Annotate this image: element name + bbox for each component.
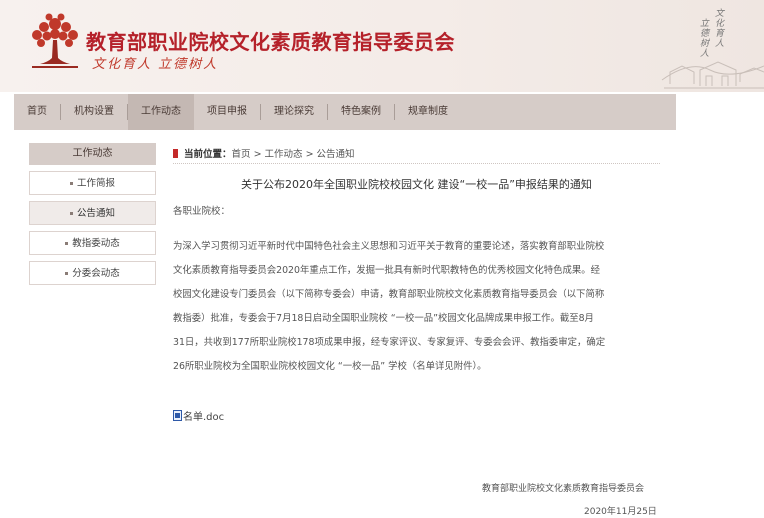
signature-organization: 教育部职业院校文化素质教育指导委员会 [482, 484, 645, 494]
bullet-icon [69, 182, 73, 185]
bullet-icon [65, 242, 69, 245]
nav-item-theory[interactable]: 理论探究 [261, 94, 327, 130]
tree-logo-icon[interactable] [24, 10, 86, 72]
sidebar-item-work-brief[interactable]: 工作简报 [29, 171, 156, 195]
nav-item-organization[interactable]: 机构设置 [61, 94, 127, 130]
nav-item-project-application[interactable]: 项目申报 [194, 94, 260, 130]
article-paragraph-line: 26所职业院校为全国职业院校校园文化 “一校一品” 学校（名单详见附件）。 [173, 361, 487, 372]
article-paragraph-line: 为深入学习贯彻习近平新时代中国特色社会主义思想和习近平关于教育的重要论述，落实教… [173, 241, 605, 252]
site-header: 教育部职业院校文化素质教育指导委员会 文化育人 立德树人 文化育人 立德树人 [0, 0, 764, 92]
nav-item-regulations[interactable]: 规章制度 [395, 94, 461, 130]
article-salutation: 各职业院校： [173, 206, 231, 217]
nav-item-cases[interactable]: 特色案例 [328, 94, 394, 130]
main-nav: 首页 机构设置 工作动态 项目申报 理论探究 特色案例 规章制度 [14, 94, 676, 130]
article-paragraph-line: 教指委）批准，专委会于7月18日启动全国职业院校 “一校一品”校园文化品牌成果申… [173, 313, 594, 324]
signature-date: 2020年11月25日 [584, 507, 657, 517]
article-body: 为深入学习贯彻习近平新时代中国特色社会主义思想和习近平关于教育的重要论述，落实教… [173, 235, 660, 379]
calligraphy-text: 文化育人 [713, 8, 723, 48]
sidebar-item-committee-news[interactable]: 教指委动态 [29, 231, 156, 255]
site-slogan: 文化育人 立德树人 [92, 57, 219, 72]
sidebar-item-announcements[interactable]: 公告通知 [29, 201, 156, 225]
breadcrumb-home-link[interactable]: 首页 [232, 149, 251, 160]
sidebar-item-label: 分委会动态 [72, 268, 120, 279]
breadcrumb-announcements-link[interactable]: > 公告通知 [306, 149, 355, 160]
calligraphy-text: 立德树人 [698, 18, 708, 58]
bullet-icon [69, 212, 73, 215]
attachment-label[interactable]: 名单.doc [183, 408, 224, 423]
sidebar-item-subcommittee-news[interactable]: 分委会动态 [29, 261, 156, 285]
sidebar-item-label: 公告通知 [76, 208, 115, 219]
sidebar-title: 工作动态 [29, 143, 156, 165]
article-title: 关于公布2020年全国职业院校校园文化 建设“一校一品”申报结果的通知 [241, 178, 592, 191]
breadcrumb-prefix: 当前位置： [184, 149, 232, 160]
bullet-icon [65, 272, 69, 275]
article-paragraph-line: 31日，共收到177所职业院校178项成果申报，经专家评议、专家复评、专委会会评… [173, 337, 606, 348]
doc-file-icon [173, 410, 182, 421]
location-marker-icon [173, 149, 178, 158]
nav-item-work-news[interactable]: 工作动态 [128, 94, 194, 130]
sidebar-item-label: 教指委动态 [72, 238, 120, 249]
site-title: 教育部职业院校文化素质教育指导委员会 [86, 30, 455, 54]
breadcrumb: 当前位置：首页 > 工作动态 > 公告通知 [173, 146, 660, 164]
sidebar: 工作动态 工作简报 公告通知 教指委动态 分委会动态 [29, 143, 156, 285]
sidebar-item-label: 工作简报 [76, 178, 115, 189]
attachment-link[interactable]: 名单.doc [173, 408, 224, 423]
article-paragraph-line: 校园文化建设专门委员会（以下简称专委会）申请，教育部职业院校文化素质教育指导委员… [173, 289, 605, 300]
nav-item-home[interactable]: 首页 [14, 94, 60, 130]
breadcrumb-work-news-link[interactable]: > 工作动态 [254, 149, 303, 160]
article-paragraph-line: 文化素质教育指导委员会2020年重点工作，发掘一批具有新时代职教特色的优秀校园文… [173, 265, 600, 276]
